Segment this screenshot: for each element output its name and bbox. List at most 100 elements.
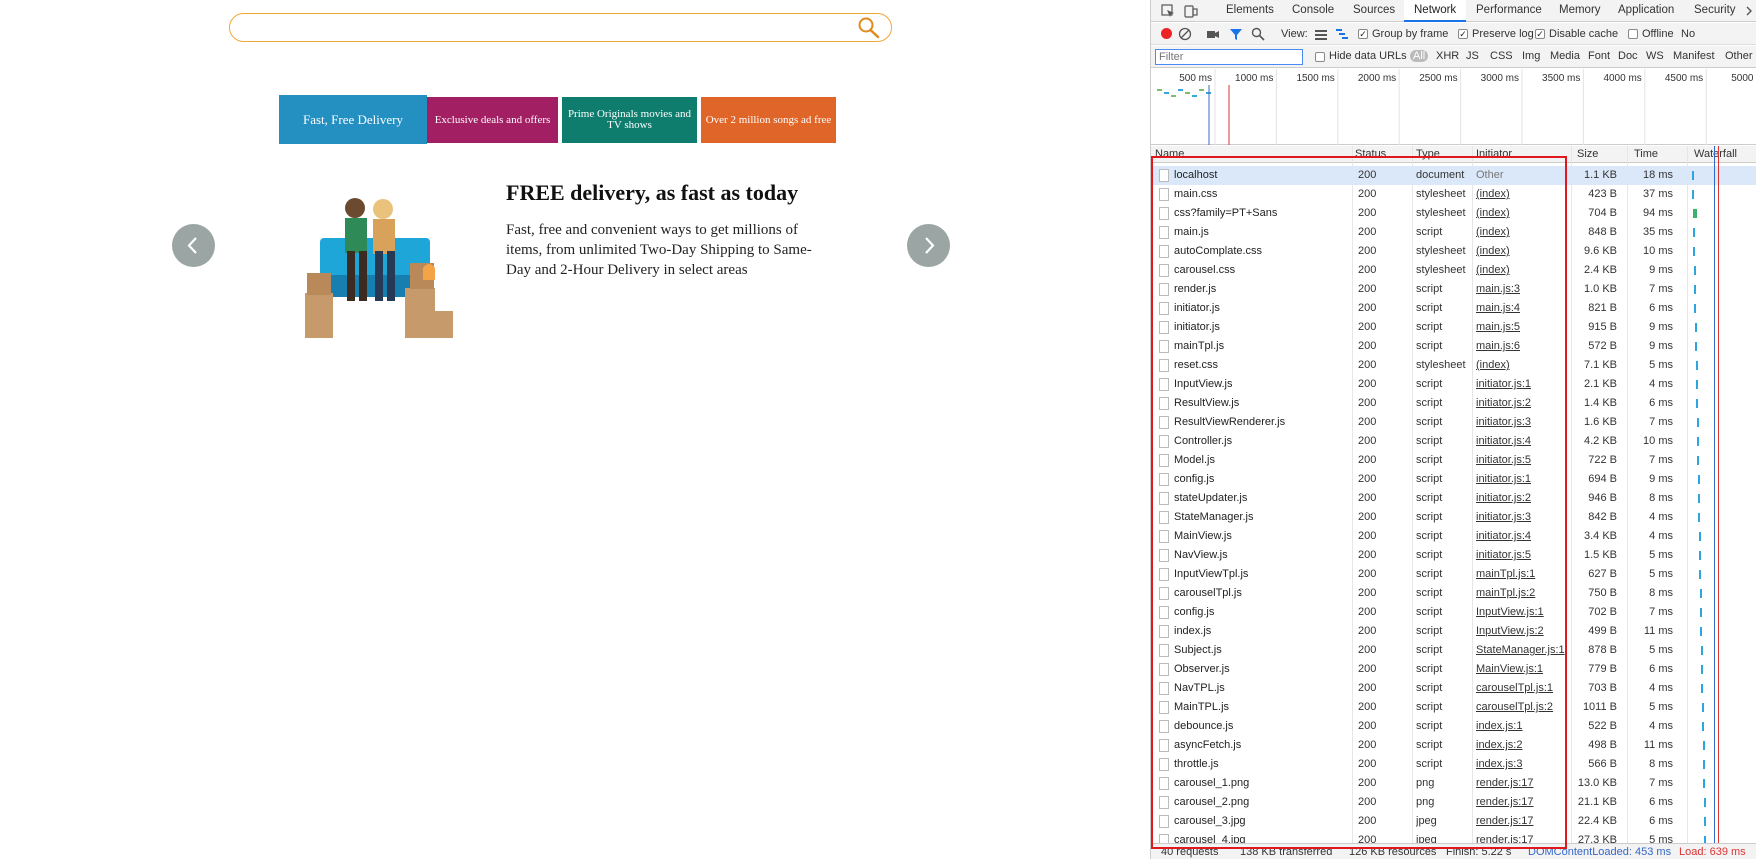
request-initiator[interactable]: main.js:6: [1476, 340, 1566, 352]
request-initiator[interactable]: render.js:17: [1476, 815, 1566, 827]
tab-prime-originals[interactable]: Prime Originals movies and TV shows: [562, 97, 697, 143]
filter-input[interactable]: [1155, 49, 1303, 65]
column-header-size[interactable]: Size: [1577, 148, 1598, 160]
request-row[interactable]: Subject.js 200 script StateManager.js:1 878 …: [1151, 641, 1756, 660]
filter-type-media[interactable]: Media: [1550, 50, 1580, 62]
request-initiator[interactable]: mainTpl.js:2: [1476, 587, 1566, 599]
request-row[interactable]: asyncFetch.js 200 script index.js:2 498 B 11 …: [1151, 736, 1756, 755]
request-initiator[interactable]: initiator.js:5: [1476, 549, 1566, 561]
request-initiator[interactable]: main.js:5: [1476, 321, 1566, 333]
request-row[interactable]: InputViewTpl.js 200 script mainTpl.js:1 627 …: [1151, 565, 1756, 584]
request-row[interactable]: index.js 200 script InputView.js:2 499 B 11 m…: [1151, 622, 1756, 641]
request-row[interactable]: throttle.js 200 script index.js:3 566 B 8 ms: [1151, 755, 1756, 774]
request-initiator[interactable]: initiator.js:4: [1476, 530, 1566, 542]
request-initiator[interactable]: initiator.js:1: [1476, 473, 1566, 485]
clear-icon[interactable]: [1178, 27, 1192, 41]
request-initiator[interactable]: mainTpl.js:1: [1476, 568, 1566, 580]
request-initiator[interactable]: (index): [1476, 359, 1566, 371]
request-row[interactable]: Model.js 200 script initiator.js:5 722 B 7 ms: [1151, 451, 1756, 470]
request-row[interactable]: NavTPL.js 200 script carouselTpl.js:1 703 B 4…: [1151, 679, 1756, 698]
request-initiator[interactable]: initiator.js:3: [1476, 511, 1566, 523]
filter-type-manifest[interactable]: Manifest: [1673, 50, 1715, 62]
group-by-frame-checkbox[interactable]: ✓: [1358, 29, 1368, 39]
request-initiator[interactable]: initiator.js:5: [1476, 454, 1566, 466]
request-row[interactable]: mainTpl.js 200 script main.js:6 572 B 9 ms: [1151, 337, 1756, 356]
offline-checkbox[interactable]: [1628, 29, 1638, 39]
request-row[interactable]: initiator.js 200 script main.js:5 915 B 9 ms: [1151, 318, 1756, 337]
request-row[interactable]: carousel.css 200 stylesheet (index) 2.4 KB 9 …: [1151, 261, 1756, 280]
search-icon[interactable]: [857, 17, 881, 39]
more-tabs-icon[interactable]: [1744, 4, 1756, 18]
request-initiator[interactable]: StateManager.js:1: [1476, 644, 1566, 656]
request-initiator[interactable]: main.js:3: [1476, 283, 1566, 295]
network-overview[interactable]: 500 ms 1000 ms 1500 ms 2000 ms 2500 ms 3000 m…: [1151, 69, 1756, 145]
request-row[interactable]: main.js 200 script (index) 848 B 35 ms: [1151, 223, 1756, 242]
request-initiator[interactable]: (index): [1476, 264, 1566, 276]
tab-music[interactable]: Over 2 million songs ad free: [701, 97, 836, 143]
request-initiator[interactable]: initiator.js:1: [1476, 378, 1566, 390]
hide-data-urls-checkbox[interactable]: [1315, 52, 1325, 62]
request-row[interactable]: render.js 200 script main.js:3 1.0 KB 7 ms: [1151, 280, 1756, 299]
request-initiator[interactable]: initiator.js:2: [1476, 397, 1566, 409]
column-header-time[interactable]: Time: [1634, 148, 1658, 160]
throttling-select[interactable]: No: [1681, 28, 1695, 40]
request-initiator[interactable]: render.js:17: [1476, 834, 1566, 843]
preserve-log-checkbox[interactable]: ✓: [1458, 29, 1468, 39]
request-row[interactable]: StateManager.js 200 script initiator.js:3 84…: [1151, 508, 1756, 527]
request-initiator[interactable]: main.js:4: [1476, 302, 1566, 314]
request-row[interactable]: localhost 200 document Other 1.1 KB 18 ms: [1151, 166, 1756, 185]
request-row[interactable]: Controller.js 200 script initiator.js:4 4.2 …: [1151, 432, 1756, 451]
capture-screenshots-icon[interactable]: [1206, 27, 1220, 41]
devtools-tab-sources[interactable]: Sources: [1353, 0, 1395, 22]
request-row[interactable]: carousel_1.png 200 png render.js:17 13.0 KB 7…: [1151, 774, 1756, 793]
tab-exclusive-deals[interactable]: Exclusive deals and offers: [427, 97, 558, 143]
request-initiator[interactable]: carouselTpl.js:1: [1476, 682, 1566, 694]
request-row[interactable]: carousel_3.jpg 200 jpeg render.js:17 22.4 KB…: [1151, 812, 1756, 831]
devtools-tab-performance[interactable]: Performance: [1476, 0, 1542, 22]
column-header-waterfall[interactable]: Waterfall: [1694, 148, 1737, 160]
large-rows-icon[interactable]: [1314, 27, 1328, 41]
request-initiator[interactable]: (index): [1476, 245, 1566, 257]
request-initiator[interactable]: initiator.js:2: [1476, 492, 1566, 504]
filter-type-css[interactable]: CSS: [1490, 50, 1513, 62]
request-initiator[interactable]: initiator.js:4: [1476, 435, 1566, 447]
filter-type-xhr[interactable]: XHR: [1436, 50, 1459, 62]
filter-type-other[interactable]: Other: [1725, 50, 1753, 62]
request-row[interactable]: ResultView.js 200 script initiator.js:2 1.4 …: [1151, 394, 1756, 413]
overview-waterfall-icon[interactable]: [1335, 27, 1349, 41]
column-header-name[interactable]: Name: [1155, 148, 1184, 160]
filter-type-all[interactable]: All: [1410, 50, 1429, 62]
devtools-tab-application[interactable]: Application: [1618, 0, 1674, 22]
request-initiator[interactable]: MainView.js:1: [1476, 663, 1566, 675]
request-row[interactable]: css?family=PT+Sans 200 stylesheet (index) 70…: [1151, 204, 1756, 223]
carousel-prev-button[interactable]: [172, 224, 215, 267]
column-header-initiator[interactable]: Initiator: [1476, 148, 1512, 160]
request-initiator[interactable]: index.js:2: [1476, 739, 1566, 751]
filter-icon[interactable]: [1229, 27, 1243, 41]
devtools-tab-network[interactable]: Network: [1404, 0, 1467, 22]
devtools-tab-memory[interactable]: Memory: [1559, 0, 1601, 22]
search-icon[interactable]: [1251, 27, 1265, 41]
request-initiator[interactable]: index.js:3: [1476, 758, 1566, 770]
request-row[interactable]: config.js 200 script initiator.js:1 694 B 9 m…: [1151, 470, 1756, 489]
request-initiator[interactable]: index.js:1: [1476, 720, 1566, 732]
request-row[interactable]: initiator.js 200 script main.js:4 821 B 6 ms: [1151, 299, 1756, 318]
request-initiator[interactable]: carouselTpl.js:2: [1476, 701, 1566, 713]
request-row[interactable]: reset.css 200 stylesheet (index) 7.1 KB 5 ms: [1151, 356, 1756, 375]
request-initiator[interactable]: initiator.js:3: [1476, 416, 1566, 428]
request-initiator[interactable]: InputView.js:2: [1476, 625, 1566, 637]
device-toolbar-icon[interactable]: [1184, 4, 1198, 18]
request-row[interactable]: Observer.js 200 script MainView.js:1 779 B 6 …: [1151, 660, 1756, 679]
devtools-tab-console[interactable]: Console: [1292, 0, 1334, 22]
request-row[interactable]: config.js 200 script InputView.js:1 702 B 7 m…: [1151, 603, 1756, 622]
filter-type-doc[interactable]: Doc: [1618, 50, 1638, 62]
request-row[interactable]: autoComplate.css 200 stylesheet (index) 9.6 …: [1151, 242, 1756, 261]
column-header-type[interactable]: Type: [1416, 148, 1440, 160]
request-row[interactable]: ResultViewRenderer.js 200 script initiator.…: [1151, 413, 1756, 432]
request-row[interactable]: main.css 200 stylesheet (index) 423 B 37 ms: [1151, 185, 1756, 204]
request-initiator[interactable]: render.js:17: [1476, 796, 1566, 808]
tab-fast-free-delivery[interactable]: Fast, Free Delivery: [279, 95, 427, 144]
request-row[interactable]: MainTPL.js 200 script carouselTpl.js:2 1011 …: [1151, 698, 1756, 717]
request-initiator[interactable]: render.js:17: [1476, 777, 1566, 789]
inspect-element-icon[interactable]: [1161, 4, 1175, 18]
